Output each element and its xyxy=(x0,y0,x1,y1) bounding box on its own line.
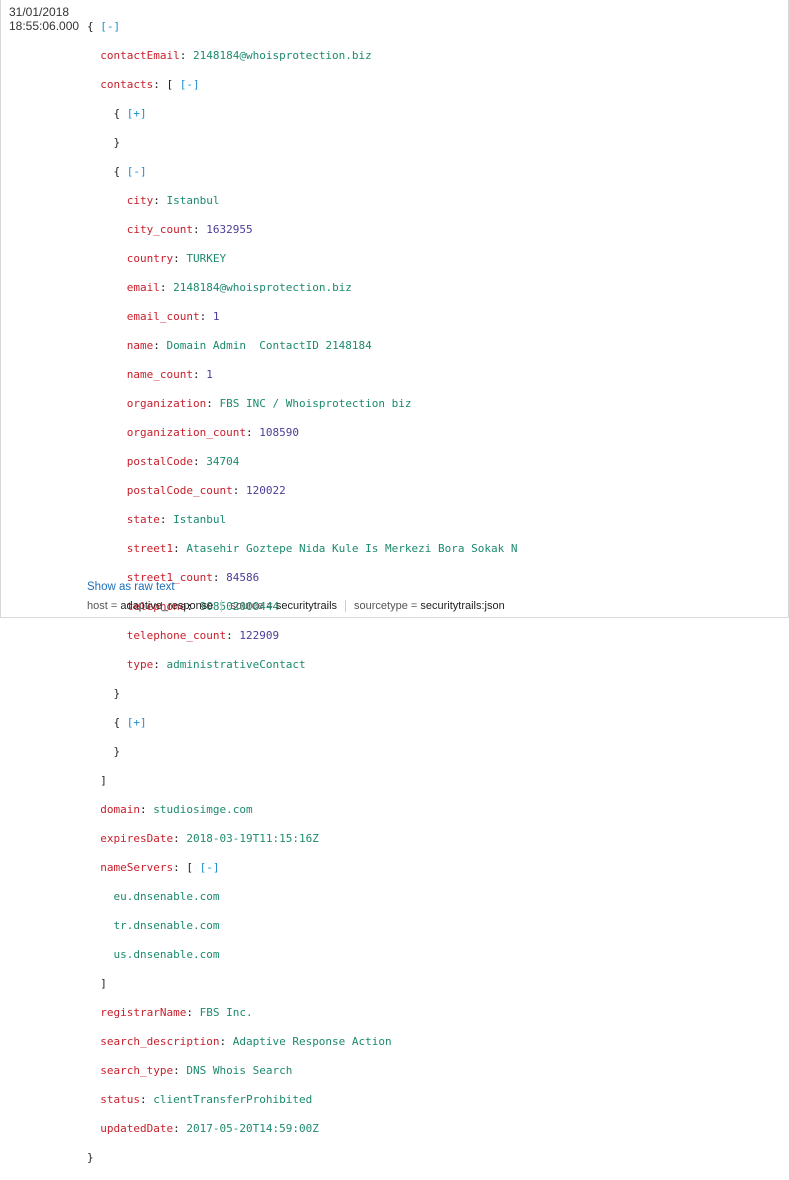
val-city: Istanbul xyxy=(166,193,220,207)
contacts-collapse-toggle[interactable]: [-] xyxy=(180,78,200,91)
val-nameserver-2: tr.dnsenable.com xyxy=(113,918,220,932)
key-organization_count: organization_count xyxy=(126,425,246,439)
root-collapse-toggle[interactable]: [-] xyxy=(100,20,120,33)
key-updatedDate: updatedDate xyxy=(100,1121,174,1135)
val-updatedDate: 2017-05-20T14:59:00Z xyxy=(186,1121,319,1135)
val-postalCode: 34704 xyxy=(206,454,240,468)
val-contactEmail: 2148184@whoisprotection.biz xyxy=(192,48,372,62)
val-postalCode_count: 120022 xyxy=(245,483,286,497)
field-source[interactable]: source = securitytrails xyxy=(230,600,337,612)
field-sourcetype-name: sourcetype xyxy=(354,600,408,612)
key-name: name xyxy=(126,338,154,352)
key-email: email xyxy=(126,280,160,294)
key-city: city xyxy=(126,193,154,207)
key-country: country xyxy=(126,251,174,265)
val-email_count: 1 xyxy=(212,309,220,323)
val-registrarName: FBS Inc. xyxy=(199,1005,253,1019)
key-state: state xyxy=(126,512,160,526)
key-status: status xyxy=(100,1092,140,1106)
field-sourcetype-value: securitytrails:json xyxy=(420,600,505,612)
val-search_type: DNS Whois Search xyxy=(186,1063,293,1077)
key-postalCode_count: postalCode_count xyxy=(126,483,233,497)
key-street1: street1 xyxy=(126,541,174,555)
val-status: clientTransferProhibited xyxy=(153,1092,313,1106)
field-host-value: adaptive_response xyxy=(120,600,214,612)
field-separator xyxy=(221,600,223,613)
val-name_count: 1 xyxy=(206,367,213,381)
event-time: 18:55:06.000 xyxy=(9,19,80,33)
key-expiresDate: expiresDate xyxy=(100,831,174,845)
val-organization: FBS INC / Whoisprotection biz xyxy=(219,396,412,410)
show-raw-text-link[interactable]: Show as raw text xyxy=(87,581,175,593)
key-search_description: search_description xyxy=(100,1034,220,1048)
val-email: 2148184@whoisprotection.biz xyxy=(173,280,352,294)
field-source-value: securitytrails xyxy=(275,600,338,612)
val-state: Istanbul xyxy=(173,512,227,526)
key-telephone_count: telephone_count xyxy=(126,628,227,642)
val-nameserver-3: us.dnsenable.com xyxy=(113,947,220,961)
val-city_count: 1632955 xyxy=(206,222,253,236)
field-source-name: source xyxy=(230,600,264,612)
key-organization: organization xyxy=(126,396,207,410)
key-city_count: city_count xyxy=(126,222,193,236)
selected-fields-bar: host = adaptive_response source = securit… xyxy=(87,600,505,613)
event-timestamp: 31/01/2018 18:55:06.000 xyxy=(9,5,79,33)
key-contactEmail: contactEmail xyxy=(100,48,180,62)
key-domain: domain xyxy=(100,802,140,816)
val-type: administrativeContact xyxy=(166,657,306,671)
key-search_type: search_type xyxy=(100,1063,174,1077)
val-organization_count: 108590 xyxy=(259,425,299,439)
event-date: 31/01/2018 xyxy=(9,5,70,19)
val-street1_count: 84586 xyxy=(226,570,260,584)
val-telephone_count: 122909 xyxy=(239,628,280,642)
val-search_description: Adaptive Response Action xyxy=(232,1034,392,1048)
key-nameServers: nameServers xyxy=(100,860,174,874)
val-domain: studiosimge.com xyxy=(153,802,253,816)
val-nameserver-1: eu.dnsenable.com xyxy=(113,889,220,903)
key-type: type xyxy=(126,657,154,671)
field-host[interactable]: host = adaptive_response xyxy=(87,600,213,612)
contact-1-expand-toggle[interactable]: [+] xyxy=(127,107,147,120)
val-street1: Atasehir Goztepe Nida Kule Is Merkezi Bo… xyxy=(186,541,518,555)
key-postalCode: postalCode xyxy=(126,454,193,468)
contact-2-collapse-toggle[interactable]: [-] xyxy=(127,165,147,178)
val-name: Domain Admin ContactID 2148184 xyxy=(166,338,372,352)
key-registrarName: registrarName xyxy=(100,1005,187,1019)
nameservers-collapse-toggle[interactable]: [-] xyxy=(200,861,220,874)
field-sourcetype[interactable]: sourcetype = securitytrails:json xyxy=(354,600,505,612)
key-email_count: email_count xyxy=(126,309,200,323)
field-separator xyxy=(345,600,347,613)
val-country: TURKEY xyxy=(186,251,227,265)
contact-3-expand-toggle[interactable]: [+] xyxy=(127,716,147,729)
key-name_count: name_count xyxy=(126,367,193,381)
field-host-name: host xyxy=(87,600,108,612)
key-contacts: contacts xyxy=(100,77,154,91)
val-expiresDate: 2018-03-19T11:15:16Z xyxy=(186,831,319,845)
